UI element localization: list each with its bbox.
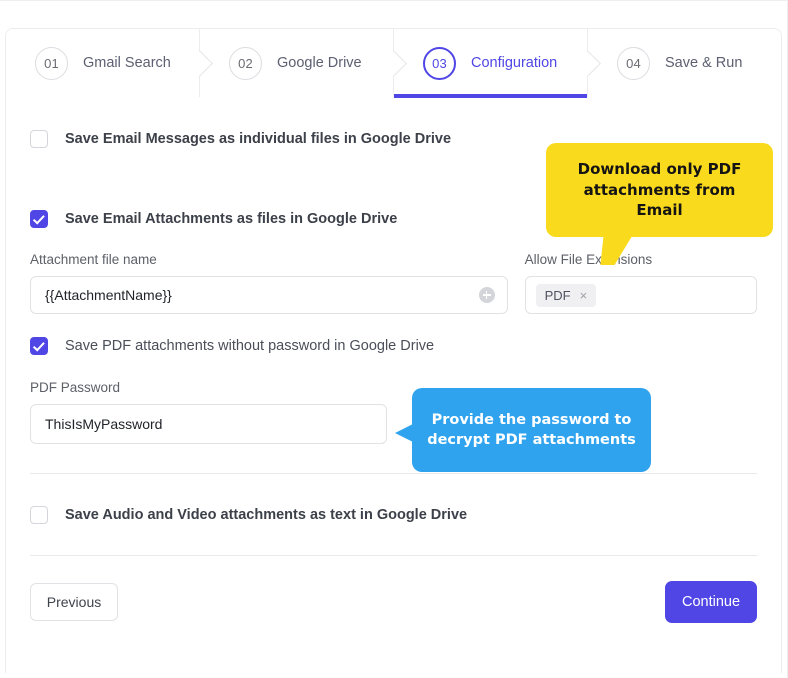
step-label: Save & Run [665, 55, 742, 71]
step-label: Gmail Search [83, 55, 171, 71]
step-google-drive[interactable]: 02 Google Drive [199, 29, 393, 97]
callout-yellow-line1: Download only PDF [562, 159, 757, 180]
attachment-file-name-group: Attachment file name {{AttachmentName}} [30, 252, 508, 314]
option-label: Save Email Messages as individual files … [65, 131, 451, 147]
step-label: Google Drive [277, 55, 362, 71]
step-number-badge: 03 [423, 47, 456, 80]
wizard-card: 01 Gmail Search 02 Google Drive 03 Confi… [5, 28, 782, 673]
continue-button[interactable]: Continue [665, 581, 757, 623]
checkbox-save-email-attachments[interactable] [30, 210, 48, 228]
callout-tail [601, 237, 632, 265]
wizard-footer: Previous Continue [30, 581, 757, 623]
attachment-field-row: Attachment file name {{AttachmentName}} … [30, 252, 757, 314]
checkbox-save-pdf-without-password[interactable] [30, 337, 48, 355]
plus-circle-icon[interactable] [479, 287, 495, 303]
allow-file-extensions-group: Allow File Extensions PDF × [525, 252, 757, 314]
step-configuration[interactable]: 03 Configuration [393, 29, 587, 97]
callout-blue-line2: decrypt PDF attachments [427, 430, 636, 450]
option-save-audio-video[interactable]: Save Audio and Video attachments as text… [30, 506, 757, 524]
pdf-password-value: ThisIsMyPassword [45, 416, 162, 432]
chip-label: PDF [545, 288, 571, 303]
checkbox-save-audio-video[interactable] [30, 506, 48, 524]
callout-provide-password: Provide the password to decrypt PDF atta… [412, 388, 651, 472]
option-label: Save Email Attachments as files in Googl… [65, 211, 397, 227]
option-label: Save Audio and Video attachments as text… [65, 507, 467, 523]
step-number-badge: 04 [617, 47, 650, 80]
divider-lower [30, 555, 757, 556]
callout-blue-line1: Provide the password to [427, 410, 636, 430]
callout-yellow-line2: attachments from Email [562, 180, 757, 221]
step-label: Configuration [471, 55, 557, 71]
app-root: 01 Gmail Search 02 Google Drive 03 Confi… [0, 0, 788, 678]
callout-download-pdf-attachments: Download only PDF attachments from Email [546, 143, 773, 237]
option-save-pdf-without-password[interactable]: Save PDF attachments without password in… [30, 337, 757, 355]
step-number-badge: 01 [35, 47, 68, 80]
allow-file-extensions-input[interactable]: PDF × [525, 276, 757, 314]
pdf-password-group: PDF Password ThisIsMyPassword [30, 380, 387, 444]
step-save-and-run[interactable]: 04 Save & Run [587, 29, 781, 97]
attachment-file-name-input[interactable]: {{AttachmentName}} [30, 276, 508, 314]
step-number-badge: 02 [229, 47, 262, 80]
step-active-underline [394, 94, 587, 98]
option-label: Save PDF attachments without password in… [65, 338, 434, 354]
previous-button[interactable]: Previous [30, 583, 118, 621]
attachment-file-name-label: Attachment file name [30, 252, 508, 267]
divider-upper [30, 473, 757, 474]
chip-remove-icon[interactable]: × [580, 289, 588, 302]
callout-tail [395, 424, 413, 442]
attachment-file-name-value: {{AttachmentName}} [45, 287, 172, 303]
wizard-stepper: 01 Gmail Search 02 Google Drive 03 Confi… [6, 29, 781, 97]
pdf-password-label: PDF Password [30, 380, 387, 395]
checkbox-save-email-messages[interactable] [30, 130, 48, 148]
allow-file-extensions-label: Allow File Extensions [525, 252, 757, 267]
step-gmail-search[interactable]: 01 Gmail Search [6, 29, 199, 97]
pdf-password-input[interactable]: ThisIsMyPassword [30, 404, 387, 444]
extension-chip-pdf[interactable]: PDF × [536, 284, 597, 307]
